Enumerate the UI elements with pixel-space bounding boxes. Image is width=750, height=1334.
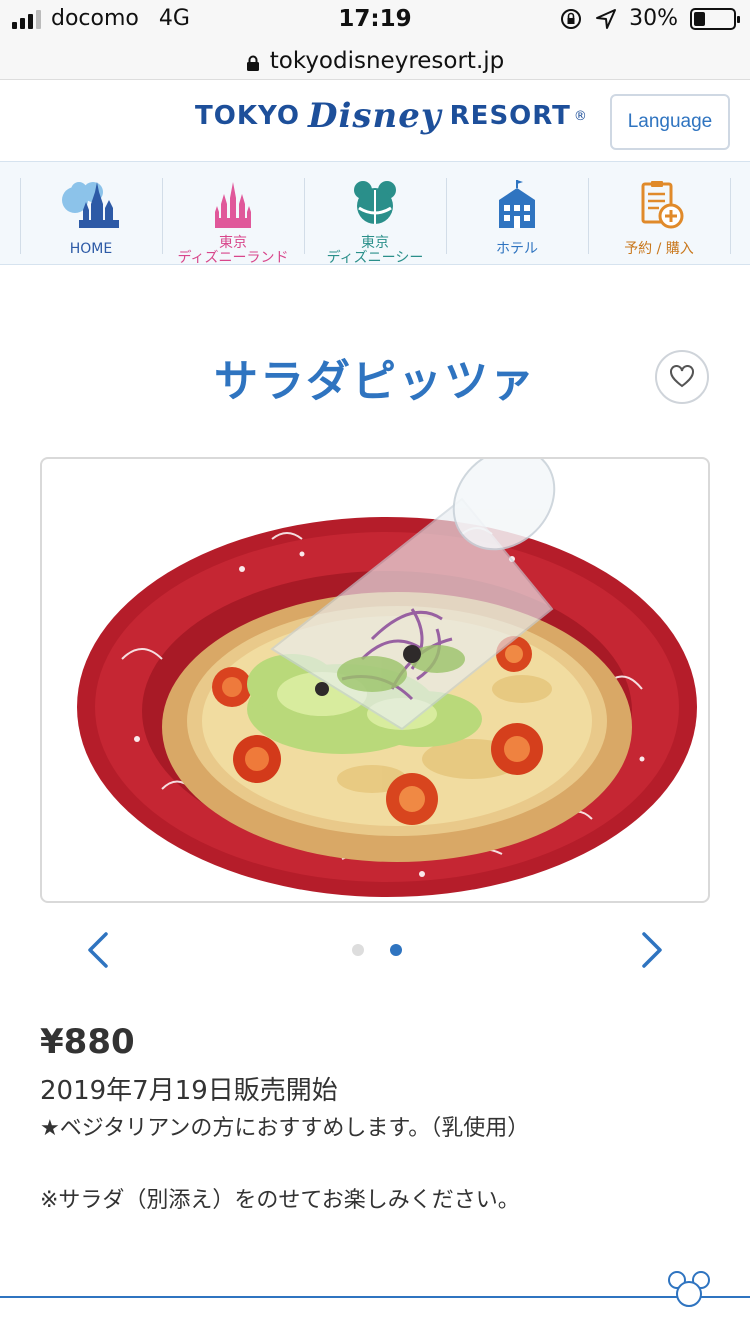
rotation-lock-icon: [561, 8, 582, 29]
heart-icon: [670, 365, 694, 388]
status-right: 30%: [559, 6, 740, 31]
nav-item-hotel[interactable]: ホテル: [446, 178, 588, 257]
nav-label-home: HOME: [69, 241, 113, 257]
logo-tokyo: TOKYO: [195, 101, 300, 131]
nav-label-hotel: ホテル: [496, 241, 538, 257]
site-header: TOKYO Disney RESORT ® Language: [0, 80, 750, 162]
nav-item-tokyo-disneyland[interactable]: 東京 ディズニーランド: [162, 178, 304, 266]
nav-item-tokyo-disneysea[interactable]: 東京 ディズニーシー: [304, 178, 446, 266]
carousel-prev-button[interactable]: [78, 928, 118, 972]
nav-label-sea-line2: ディズニーシー: [326, 250, 424, 266]
nav-label-land-line2: ディズニーランド: [177, 250, 289, 266]
site-logo[interactable]: TOKYO Disney RESORT ®: [195, 96, 588, 136]
nav-label-reservation: 予約 / 購入: [624, 241, 694, 257]
release-date: 2019年7月19日販売開始: [40, 1076, 338, 1106]
location-arrow-icon: [596, 8, 617, 29]
reservation-icon: [641, 181, 684, 229]
carousel-dot[interactable]: [352, 944, 364, 956]
carousel-next-button[interactable]: [632, 928, 672, 972]
url-domain: tokyodisneyresort.jp: [269, 47, 505, 74]
carousel-dot-active[interactable]: [390, 944, 402, 956]
product-note-2: ※サラダ（別添え）をのせてお楽しみください。: [40, 1188, 520, 1213]
favorite-button[interactable]: [655, 350, 709, 404]
language-button[interactable]: Language: [610, 94, 730, 150]
carousel-dots: [352, 944, 402, 956]
main-nav: HOME 東京 ディズニーランド 東京 ディズニーシー ホテル 予約 / 購入: [0, 162, 750, 266]
nav-label-sea-line1: 東京: [361, 235, 389, 251]
battery-icon: [690, 7, 740, 30]
product-image: [40, 457, 710, 903]
nav-item-home[interactable]: HOME: [20, 178, 162, 257]
mickey-icon: [668, 1271, 710, 1307]
globe-icon: [354, 181, 396, 224]
footer-divider: [0, 1296, 750, 1298]
nav-label-land-line1: 東京: [219, 235, 247, 251]
pizza-image: [77, 459, 697, 897]
logo-resort: RESORT: [449, 101, 571, 131]
battery-percent: 30%: [629, 6, 678, 31]
hotel-icon: [499, 180, 535, 228]
nav-item-reservation[interactable]: 予約 / 購入: [588, 178, 730, 257]
status-bar: docomo 4G 17:19 30%: [0, 0, 750, 42]
product-note: ★ベジタリアンの方におすすめします。（乳使用）: [40, 1116, 530, 1141]
castle-icon: [62, 182, 119, 228]
pink-castle-icon: [215, 182, 251, 228]
logo-disney: Disney: [308, 96, 442, 136]
product-price: ¥880: [40, 1022, 135, 1062]
nav-divider: [730, 178, 731, 254]
lock-icon: [246, 55, 259, 71]
url-bar[interactable]: tokyodisneyresort.jp: [0, 42, 750, 80]
logo-registered: ®: [573, 108, 588, 124]
product-title: サラダピッツァ: [214, 356, 536, 407]
